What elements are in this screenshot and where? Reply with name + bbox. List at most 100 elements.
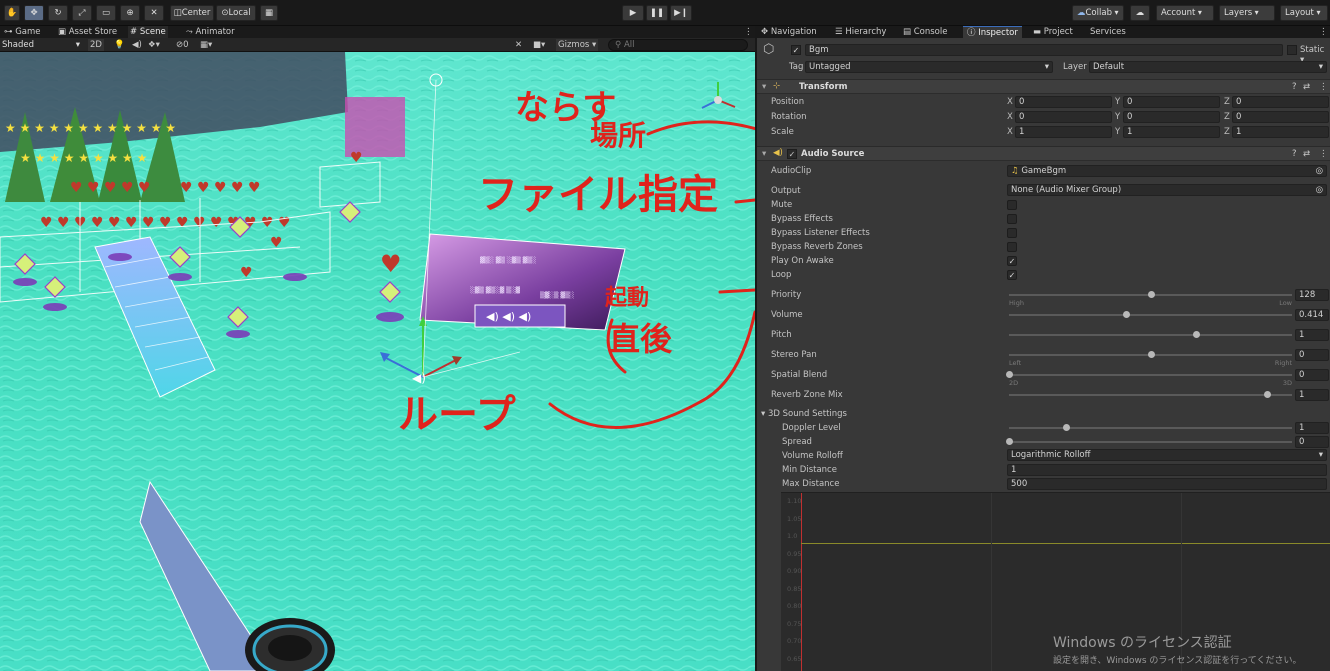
spatial-blend-slider-track[interactable] [1009,374,1292,376]
output-field[interactable]: None (Audio Mixer Group) ◎ [1007,184,1327,196]
spread-value[interactable]: 0 [1295,436,1329,448]
layers-dropdown[interactable]: Layers [1219,5,1275,21]
bypass-listener-effects-checkbox[interactable] [1007,228,1017,238]
rolloff-dropdown[interactable]: Logarithmic Rolloff ▾ [1007,449,1327,461]
tools-icon[interactable]: ✕ [515,39,522,51]
tab-project[interactable]: ▬ Project [1033,26,1073,38]
bypass-effects-checkbox[interactable] [1007,214,1017,224]
mute-checkbox[interactable] [1007,200,1017,210]
max-distance-field[interactable]: 500 [1007,478,1327,490]
lock-icon[interactable]: ⋮ [1319,26,1328,38]
transform-position-x-field[interactable]: 0 [1015,96,1112,108]
preset-icon[interactable]: ⇄ [1303,149,1310,159]
move-tool-icon[interactable]: ✥ [24,5,44,21]
cloud-services-icon[interactable]: ☁ [1130,5,1150,21]
play-button[interactable]: ▶ [622,5,644,21]
reverb-zone-mix-value[interactable]: 1 [1295,389,1329,401]
active-checkbox[interactable]: ✓ [791,45,801,55]
transform-scale-x-field[interactable]: 1 [1015,126,1112,138]
pitch-slider-track[interactable] [1009,334,1292,336]
layer-dropdown[interactable]: Default ▾ [1089,61,1327,73]
camera-icon[interactable]: ■▾ [533,39,545,51]
transform-rotation-x-field[interactable]: 0 [1015,111,1112,123]
rect-tool-icon[interactable]: ▭ [96,5,116,21]
gizmos-dropdown[interactable]: Gizmos ▾ [556,39,599,51]
step-button[interactable]: ▶❙ [670,5,692,21]
transform-tool-icon[interactable]: ⊕ [120,5,140,21]
doppler-value[interactable]: 1 [1295,422,1329,434]
lighting-icon[interactable]: 💡 [114,39,125,51]
object-name-field[interactable]: Bgm [805,44,1283,56]
sound3d-foldout[interactable]: ▾ 3D Sound Settings [761,409,847,419]
pitch-slider-handle[interactable] [1192,331,1200,338]
stereo-pan-slider-handle[interactable] [1147,351,1155,358]
doppler-slider-track[interactable] [1009,427,1292,429]
tab-console[interactable]: ▤ Console [903,26,947,38]
tab-menu-icon[interactable]: ⋮ [742,26,755,38]
stereo-pan-value[interactable]: 0 [1295,349,1329,361]
audio-source-header[interactable]: ▾ ◀) ✓ Audio Source ? ⇄ ⋮ [757,146,1330,161]
tab-hierarchy[interactable]: ☰ Hierarchy [835,26,886,38]
tab-game[interactable]: ⊶ Game [2,26,43,38]
pivot-center-button[interactable]: ◫Center [170,5,214,21]
preset-icon[interactable]: ⇄ [1303,82,1310,92]
tag-dropdown[interactable]: Untagged ▾ [805,61,1053,73]
custom-tool-icon[interactable]: ✕ [144,5,164,21]
transform-scale-z-field[interactable]: 1 [1232,126,1329,138]
transform-rotation-y-field[interactable]: 0 [1123,111,1220,123]
priority-slider-handle[interactable] [1147,291,1155,298]
hand-tool-icon[interactable]: ✋ [4,5,20,21]
transform-scale-y-field[interactable]: 1 [1123,126,1220,138]
object-picker-icon[interactable]: ◎ [1316,185,1323,195]
transform-rotation-z-field[interactable]: 0 [1232,111,1329,123]
rotate-tool-icon[interactable]: ↻ [48,5,68,21]
min-distance-field[interactable]: 1 [1007,464,1327,476]
transform-header[interactable]: ▾ ⊹ Transform ? ⇄ ⋮ [757,79,1330,94]
play-on-awake-checkbox[interactable]: ✓ [1007,256,1017,266]
tab-navigation[interactable]: ✥ Navigation [761,26,817,38]
volume-value[interactable]: 0.414 [1295,309,1329,321]
audio-toggle-icon[interactable]: ◀) [132,39,142,51]
tab-services[interactable]: Services [1090,26,1126,38]
doppler-slider-handle[interactable] [1062,424,1070,431]
reverb-zone-mix-slider-handle[interactable] [1263,391,1271,398]
grid-toggle-icon[interactable]: ▦▾ [200,39,212,51]
tab-asset-store[interactable]: ▣ Asset Store [56,26,119,38]
reverb-zone-mix-slider-track[interactable] [1009,394,1292,396]
spread-slider-handle[interactable] [1006,438,1013,445]
effects-icon[interactable]: ❖▾ [148,39,160,51]
spread-slider-track[interactable] [1009,441,1292,443]
tab-inspector[interactable]: ⓘ Inspector [963,26,1022,38]
loop-checkbox[interactable]: ✓ [1007,270,1017,280]
account-dropdown[interactable]: Account [1156,5,1214,21]
2d-toggle[interactable]: 2D [88,39,104,51]
help-icon[interactable]: ? [1292,149,1297,159]
tab-animator[interactable]: ⤳ Animator [184,26,237,38]
audioclip-field[interactable]: ♫ GameBgm ◎ [1007,165,1327,177]
object-picker-icon[interactable]: ◎ [1316,166,1323,176]
collab-dropdown[interactable]: ☁Collab [1072,5,1124,21]
component-menu-icon[interactable]: ⋮ [1319,82,1328,92]
scale-tool-icon[interactable]: ⤢ [72,5,92,21]
transform-position-z-field[interactable]: 0 [1232,96,1329,108]
volume-slider-handle[interactable] [1123,311,1131,318]
spatial-blend-value[interactable]: 0 [1295,369,1329,381]
bypass-reverb-zones-checkbox[interactable] [1007,242,1017,252]
scene-search-input[interactable]: ⚲ All [608,39,748,51]
tab-scene[interactable]: # Scene [128,26,168,38]
space-local-button[interactable]: ⊙Local [216,5,256,21]
shading-dropdown[interactable]: Shaded ▾ [2,39,82,51]
pitch-value[interactable]: 1 [1295,329,1329,341]
volume-slider-track[interactable] [1009,314,1292,316]
hidden-objects-toggle[interactable]: ⊘0 [176,39,189,51]
priority-value[interactable]: 128 [1295,289,1329,301]
grid-snap-icon[interactable]: ▦ [260,5,278,21]
help-icon[interactable]: ? [1292,82,1297,92]
spatial-blend-slider-handle[interactable] [1006,371,1013,378]
layout-dropdown[interactable]: Layout [1280,5,1328,21]
scene-viewport[interactable]: ★ ★ ★ ★ ★ ★ ★ ★ ★ ★ ★ ★ ★ ★ ★ ★ ★ ★ ★ ★ … [0,52,755,671]
transform-position-y-field[interactable]: 0 [1123,96,1220,108]
component-menu-icon[interactable]: ⋮ [1319,149,1328,159]
audio-source-enabled-checkbox[interactable]: ✓ [787,149,797,159]
static-checkbox[interactable] [1287,45,1297,55]
